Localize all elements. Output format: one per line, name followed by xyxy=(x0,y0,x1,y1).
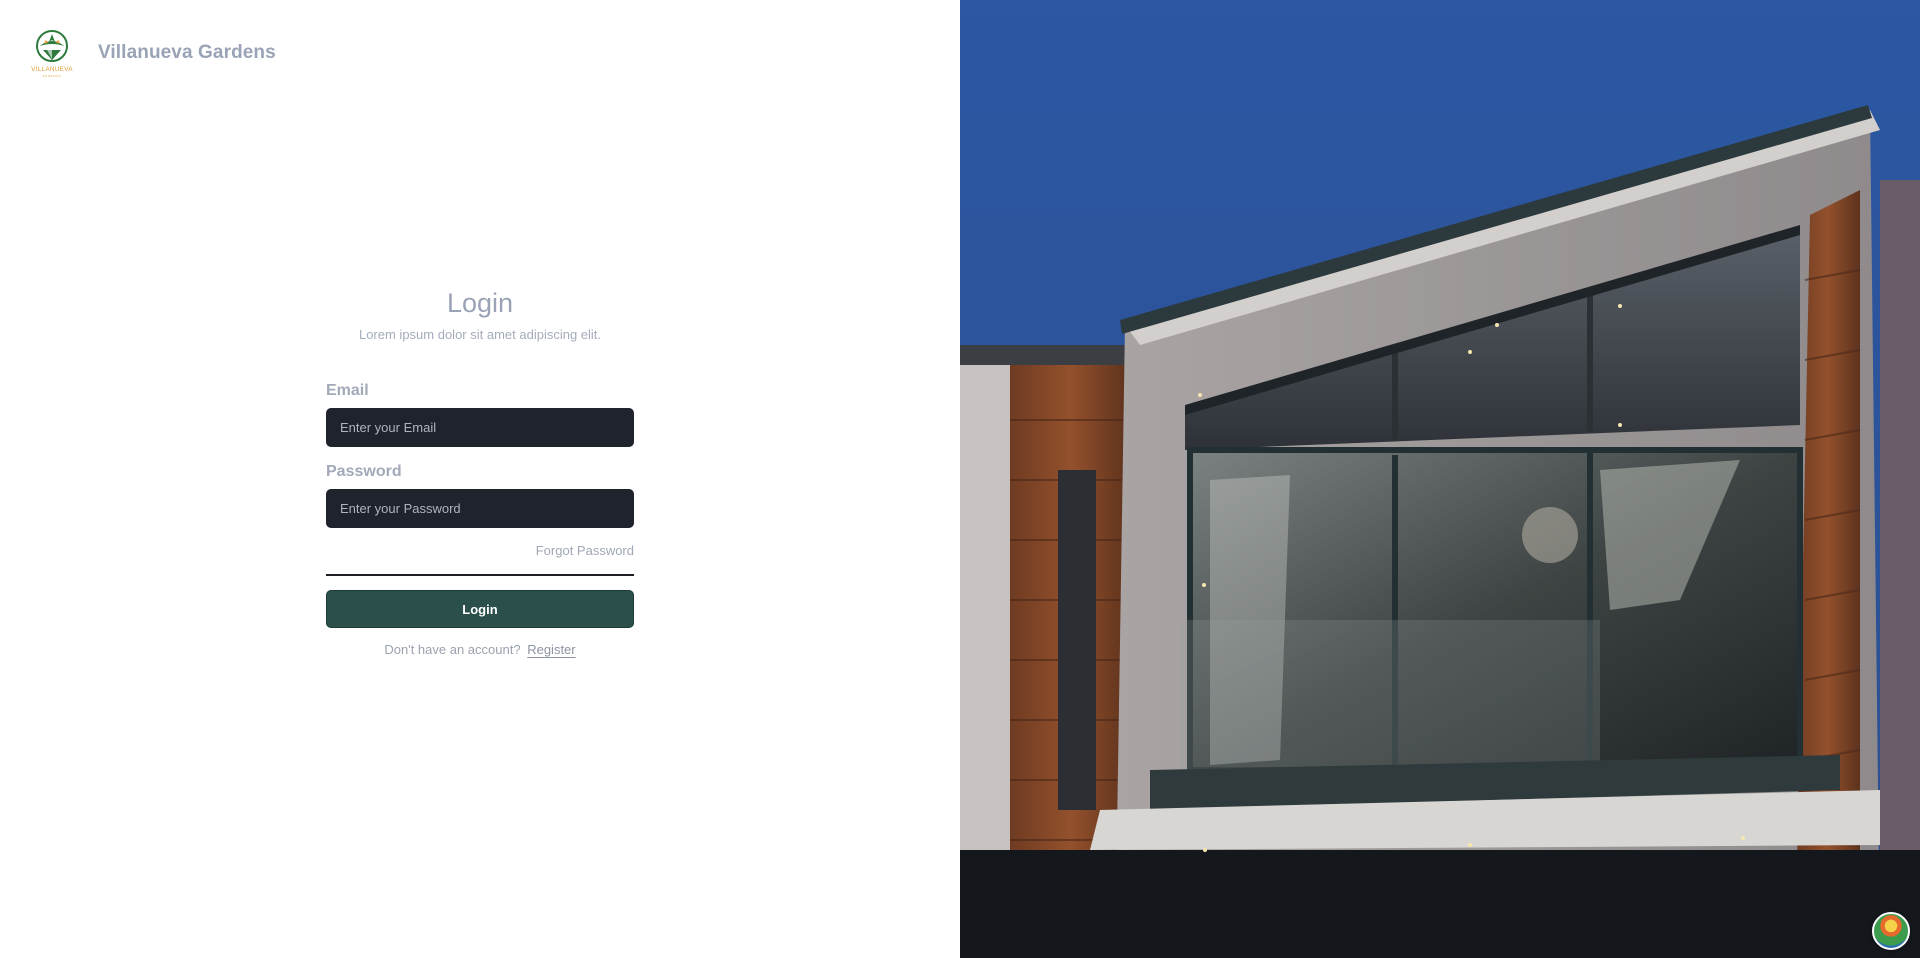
logo-lettering: VILLANUEVA xyxy=(31,66,73,73)
login-form: Login Lorem ipsum dolor sit amet adipisc… xyxy=(326,288,634,657)
password-field[interactable] xyxy=(326,489,634,528)
assistant-avatar-icon[interactable] xyxy=(1872,912,1910,950)
login-page: VILLANUEVA Villanueva Gardens Login Lore… xyxy=(0,0,1920,958)
login-panel: VILLANUEVA Villanueva Gardens Login Lore… xyxy=(0,0,960,958)
forgot-row: Forgot Password xyxy=(326,542,634,560)
forgot-password-link[interactable]: Forgot Password xyxy=(536,543,634,558)
password-label: Password xyxy=(326,463,402,480)
register-prompt: Don't have an account? xyxy=(384,642,521,657)
villanueva-logo-icon: VILLANUEVA xyxy=(31,30,73,77)
brand-name: Villanueva Gardens xyxy=(98,42,276,63)
login-subtitle: Lorem ipsum dolor sit amet adipiscing el… xyxy=(358,327,602,342)
modern-house-photo xyxy=(960,0,1920,958)
login-title: Login xyxy=(446,288,514,318)
divider xyxy=(326,574,634,576)
email-field[interactable] xyxy=(326,408,634,447)
register-link[interactable]: Register xyxy=(527,642,575,657)
register-row: Don't have an account? Register xyxy=(326,642,634,657)
login-button[interactable]: Login xyxy=(326,590,634,628)
hero-image xyxy=(960,0,1920,958)
brand[interactable]: VILLANUEVA Villanueva Gardens xyxy=(24,26,276,80)
email-label: Email xyxy=(326,382,369,399)
